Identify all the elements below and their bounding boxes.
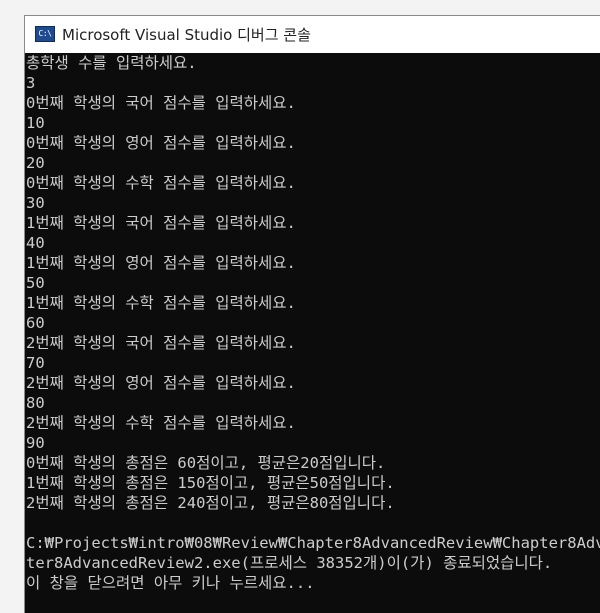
console-line: 10 (26, 114, 45, 132)
console-line: 1번째 학생의 수학 점수를 입력하세요. (26, 294, 296, 312)
console-line: 60 (26, 314, 45, 332)
console-line: 50 (26, 274, 45, 292)
console-line: 0번째 학생의 영어 점수를 입력하세요. (26, 134, 296, 152)
window-title: Microsoft Visual Studio 디버그 콘솔 (62, 26, 311, 44)
console-line: 40 (26, 234, 45, 252)
title-bar[interactable]: C:\ Microsoft Visual Studio 디버그 콘솔 (25, 16, 600, 53)
console-line: 20 (26, 154, 45, 172)
console-line: 1번째 학생의 영어 점수를 입력하세요. (26, 254, 296, 272)
console-line: 0번째 학생의 총점은 60점이고, 평균은20점입니다. (26, 454, 386, 472)
console-line: 90 (26, 434, 45, 452)
console-line: 총학생 수를 입력하세요. (26, 54, 197, 72)
console-line: 3 (26, 74, 36, 92)
console-line: 0번째 학생의 국어 점수를 입력하세요. (26, 94, 296, 112)
console-line: 30 (26, 194, 45, 212)
console-line: 2번째 학생의 영어 점수를 입력하세요. (26, 374, 296, 392)
console-line: 70 (26, 354, 45, 372)
console-line: 2번째 학생의 수학 점수를 입력하세요. (26, 414, 296, 432)
console-line: 1번째 학생의 총점은 150점이고, 평균은50점입니다. (26, 474, 395, 492)
console-lines: 총학생 수를 입력하세요. 3 0번째 학생의 국어 점수를 입력하세요. 10… (26, 54, 600, 594)
console-line: ter8AdvancedReview2.exe(프로세스 38352개)이(가)… (26, 554, 553, 572)
console-app-icon: C:\ (35, 26, 55, 42)
desktop-background: C:\ Microsoft Visual Studio 디버그 콘솔 총학생 수… (0, 0, 600, 613)
console-line: 2번째 학생의 총점은 240점이고, 평균은80점입니다. (26, 494, 395, 512)
console-line: 이 창을 닫으려면 아무 키나 누르세요... (26, 574, 315, 592)
console-line: C:₩Projects₩intro₩08₩Review₩Chapter8Adva… (26, 534, 600, 552)
debug-console-window[interactable]: C:\ Microsoft Visual Studio 디버그 콘솔 총학생 수… (24, 15, 600, 613)
console-output-area[interactable]: 총학생 수를 입력하세요. 3 0번째 학생의 국어 점수를 입력하세요. 10… (25, 53, 600, 613)
console-line: 1번째 학생의 국어 점수를 입력하세요. (26, 214, 296, 232)
console-line: 2번째 학생의 국어 점수를 입력하세요. (26, 334, 296, 352)
console-line: 80 (26, 394, 45, 412)
console-line: 0번째 학생의 수학 점수를 입력하세요. (26, 174, 296, 192)
